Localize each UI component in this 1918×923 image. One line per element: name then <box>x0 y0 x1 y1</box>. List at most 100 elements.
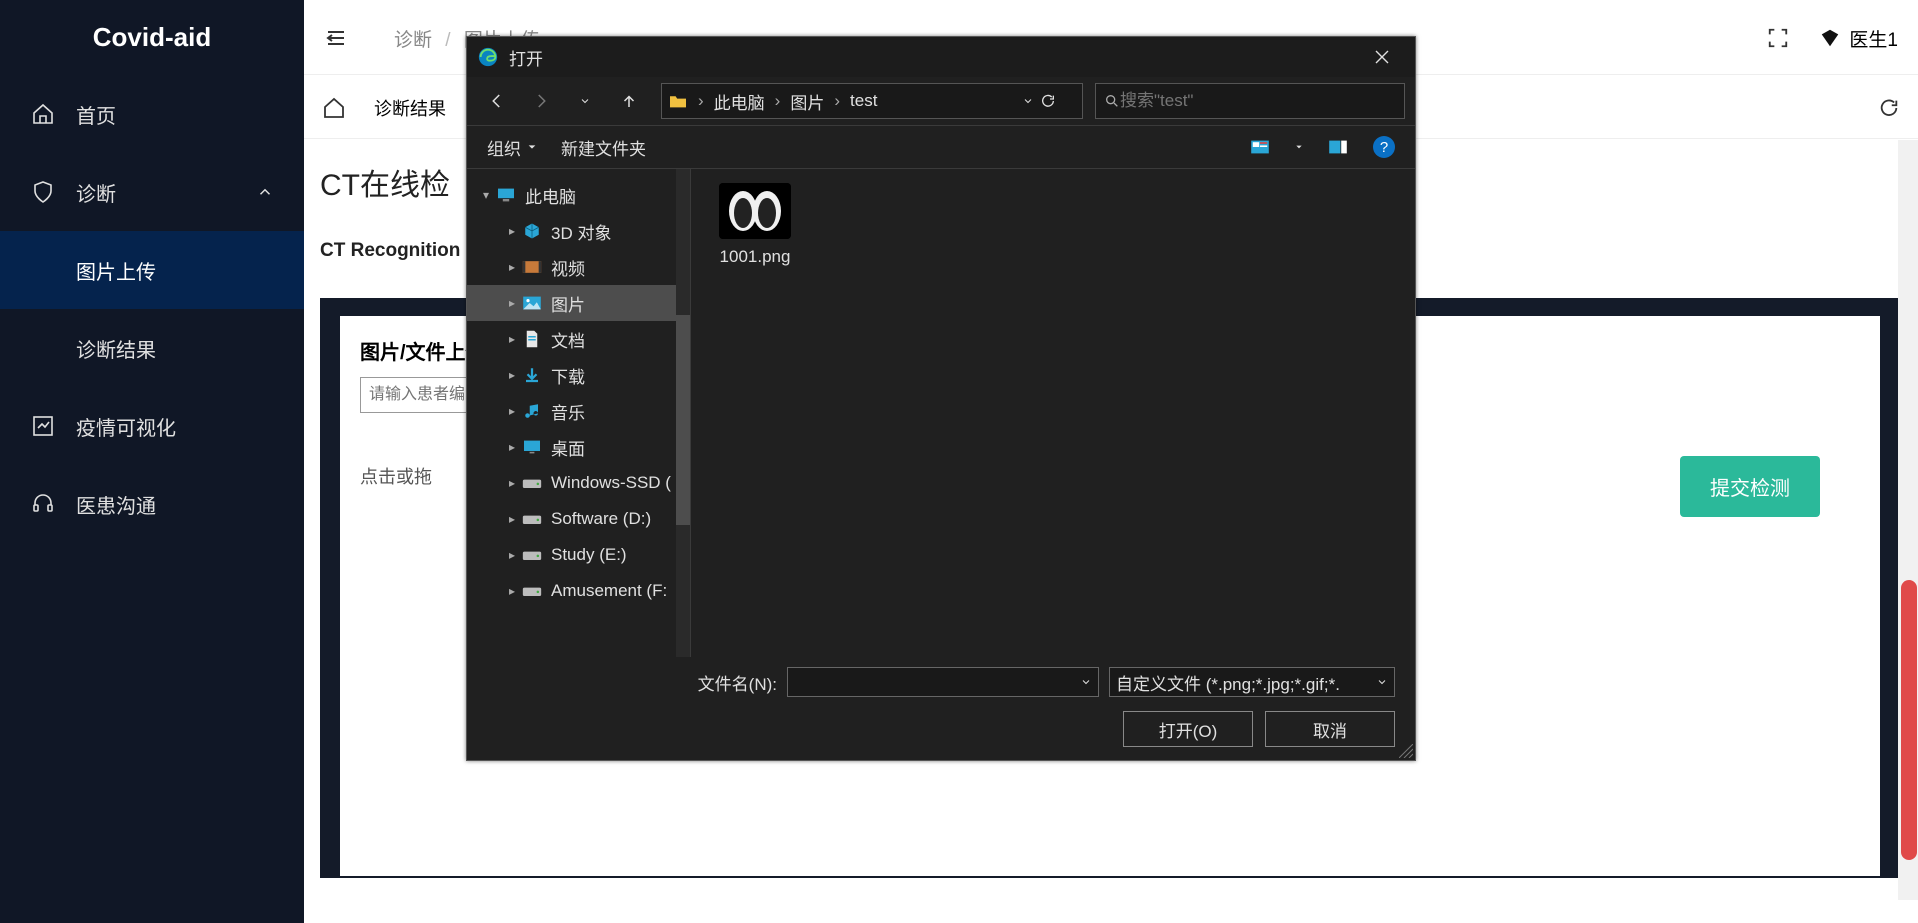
headset-icon <box>30 492 56 516</box>
address-dropdown-icon[interactable] <box>1016 95 1040 107</box>
dialog-search-input[interactable] <box>1095 83 1405 119</box>
tree-item[interactable]: ▸文档 <box>467 321 690 357</box>
tree-label: Amusement (F: <box>551 581 667 601</box>
search-icon <box>1104 93 1120 109</box>
fullscreen-button[interactable] <box>1767 27 1789 49</box>
document-icon <box>521 330 543 348</box>
filename-input[interactable] <box>787 667 1099 697</box>
dialog-bottom-bar: 文件名(N): 自定义文件 (*.png;*.jpg;*.gif;*. 打开(O… <box>467 657 1415 763</box>
dialog-title: 打开 <box>509 45 543 70</box>
file-item[interactable]: 1001.png <box>705 183 805 643</box>
tree-scrollbar-thumb[interactable] <box>676 315 690 525</box>
view-options-button[interactable] <box>1249 136 1271 158</box>
pictures-icon <box>521 295 543 311</box>
sidebar-item-visualization[interactable]: 疫情可视化 <box>0 387 304 465</box>
tree-label: Study (E:) <box>551 545 627 565</box>
tree-item[interactable]: ▸ Amusement (F: <box>467 573 690 609</box>
filetype-select[interactable]: 自定义文件 (*.png;*.jpg;*.gif;*. <box>1109 667 1395 697</box>
tab-diagnosis-results[interactable]: 诊断结果 <box>374 89 446 127</box>
tree-label: 下载 <box>551 363 585 388</box>
scrollbar-thumb[interactable] <box>1901 580 1917 860</box>
shield-icon <box>30 180 56 204</box>
dialog-open-button[interactable]: 打开(O) <box>1123 711 1253 747</box>
tree-item[interactable]: ▸ Study (E:) <box>467 537 690 573</box>
sidebar-sub-upload[interactable]: 图片上传 <box>0 231 304 309</box>
chevron-down-icon <box>1376 676 1388 688</box>
music-icon <box>521 402 543 420</box>
refresh-button[interactable] <box>1878 97 1900 119</box>
sidebar-sub-results[interactable]: 诊断结果 <box>0 309 304 387</box>
expand-icon: ▸ <box>503 548 521 562</box>
nav-recent-dropdown[interactable] <box>565 83 605 119</box>
resize-handle-icon[interactable] <box>1399 744 1413 758</box>
path-crumb[interactable]: 图片 <box>784 89 830 114</box>
filetype-value: 自定义文件 (*.png;*.jpg;*.gif;*. <box>1116 670 1376 695</box>
tree-item[interactable]: ▸Software (D:) <box>467 501 690 537</box>
expand-icon: ▸ <box>503 584 521 598</box>
tree-item[interactable]: ▸ 图片 <box>467 285 690 321</box>
tree-item[interactable]: ▸视频 <box>467 249 690 285</box>
chevron-down-icon[interactable] <box>1295 143 1303 151</box>
home-tab-icon[interactable] <box>322 96 346 120</box>
chevron-right-icon: › <box>696 91 706 111</box>
new-folder-button[interactable]: 新建文件夹 <box>561 135 646 160</box>
drive-icon <box>521 476 543 490</box>
address-refresh-button[interactable] <box>1040 93 1076 109</box>
path-crumb[interactable]: 此电脑 <box>708 89 771 114</box>
submit-button[interactable]: 提交检测 <box>1680 456 1820 517</box>
cube-icon <box>521 222 543 240</box>
tree-item[interactable]: ▸ 3D 对象 <box>467 213 690 249</box>
help-button[interactable]: ? <box>1373 136 1395 158</box>
sidebar-item-diagnosis[interactable]: 诊断 <box>0 153 304 231</box>
address-bar[interactable]: › 此电脑 › 图片 › test <box>661 83 1083 119</box>
nav-up-button[interactable] <box>609 83 649 119</box>
tree-label: 3D 对象 <box>551 219 611 244</box>
dialog-cancel-button[interactable]: 取消 <box>1265 711 1395 747</box>
tree-label: 桌面 <box>551 435 585 460</box>
sidebar-item-communication[interactable]: 医患沟通 <box>0 465 304 543</box>
page-scrollbar[interactable] <box>1898 140 1918 900</box>
expand-icon: ▸ <box>503 296 521 310</box>
tree-label: 图片 <box>551 291 585 316</box>
tree-item[interactable]: ▸下载 <box>467 357 690 393</box>
filename-field[interactable] <box>794 675 1080 690</box>
expand-icon: ▸ <box>503 260 521 274</box>
path-crumb[interactable]: test <box>844 91 883 111</box>
dialog-close-button[interactable] <box>1359 37 1405 77</box>
user-menu[interactable]: 医生1 <box>1819 25 1898 52</box>
tree-this-pc[interactable]: ▾ 此电脑 <box>467 177 690 213</box>
organize-button[interactable]: 组织 <box>487 135 537 160</box>
drive-icon <box>521 512 543 526</box>
tree-label: Software (D:) <box>551 509 651 529</box>
collapse-icon: ▾ <box>477 188 495 202</box>
sidebar-item-label: 图片上传 <box>76 256 156 285</box>
sidebar-item-label: 诊断结果 <box>76 334 156 363</box>
dialog-nav-bar: › 此电脑 › 图片 › test <box>467 77 1415 125</box>
chevron-down-icon[interactable] <box>1080 676 1092 688</box>
nav-back-button[interactable] <box>477 83 517 119</box>
edge-browser-icon <box>477 46 499 68</box>
dialog-titlebar: 打开 <box>467 37 1415 77</box>
page-subtitle: CT Recognition <box>320 240 460 262</box>
file-list-area[interactable]: 1001.png <box>691 169 1415 657</box>
tree-item[interactable]: ▸Windows-SSD ( <box>467 465 690 501</box>
dialog-toolbar: 组织 新建文件夹 ? <box>467 125 1415 169</box>
sidebar-item-label: 首页 <box>76 100 116 129</box>
computer-icon <box>495 187 517 203</box>
tree-item[interactable]: ▸桌面 <box>467 429 690 465</box>
sidebar-item-label: 医患沟通 <box>76 490 156 519</box>
sidebar-item-home[interactable]: 首页 <box>0 75 304 153</box>
search-field[interactable] <box>1120 91 1396 111</box>
chart-icon <box>30 414 56 438</box>
nav-forward-button[interactable] <box>521 83 561 119</box>
collapse-sidebar-button[interactable] <box>324 26 354 50</box>
sidebar: Covid-aid 首页 诊断 图片上传 诊断结果 疫情可视化 医患沟通 <box>0 0 304 923</box>
sidebar-item-label: 诊断 <box>76 178 116 207</box>
tree-label: 音乐 <box>551 399 585 424</box>
app-logo: Covid-aid <box>0 0 304 75</box>
page-title: CT在线检 <box>320 160 450 204</box>
expand-icon: ▸ <box>503 224 521 238</box>
preview-pane-button[interactable] <box>1327 136 1349 158</box>
tree-item[interactable]: ▸音乐 <box>467 393 690 429</box>
breadcrumb-item[interactable]: 诊断 <box>394 30 432 51</box>
